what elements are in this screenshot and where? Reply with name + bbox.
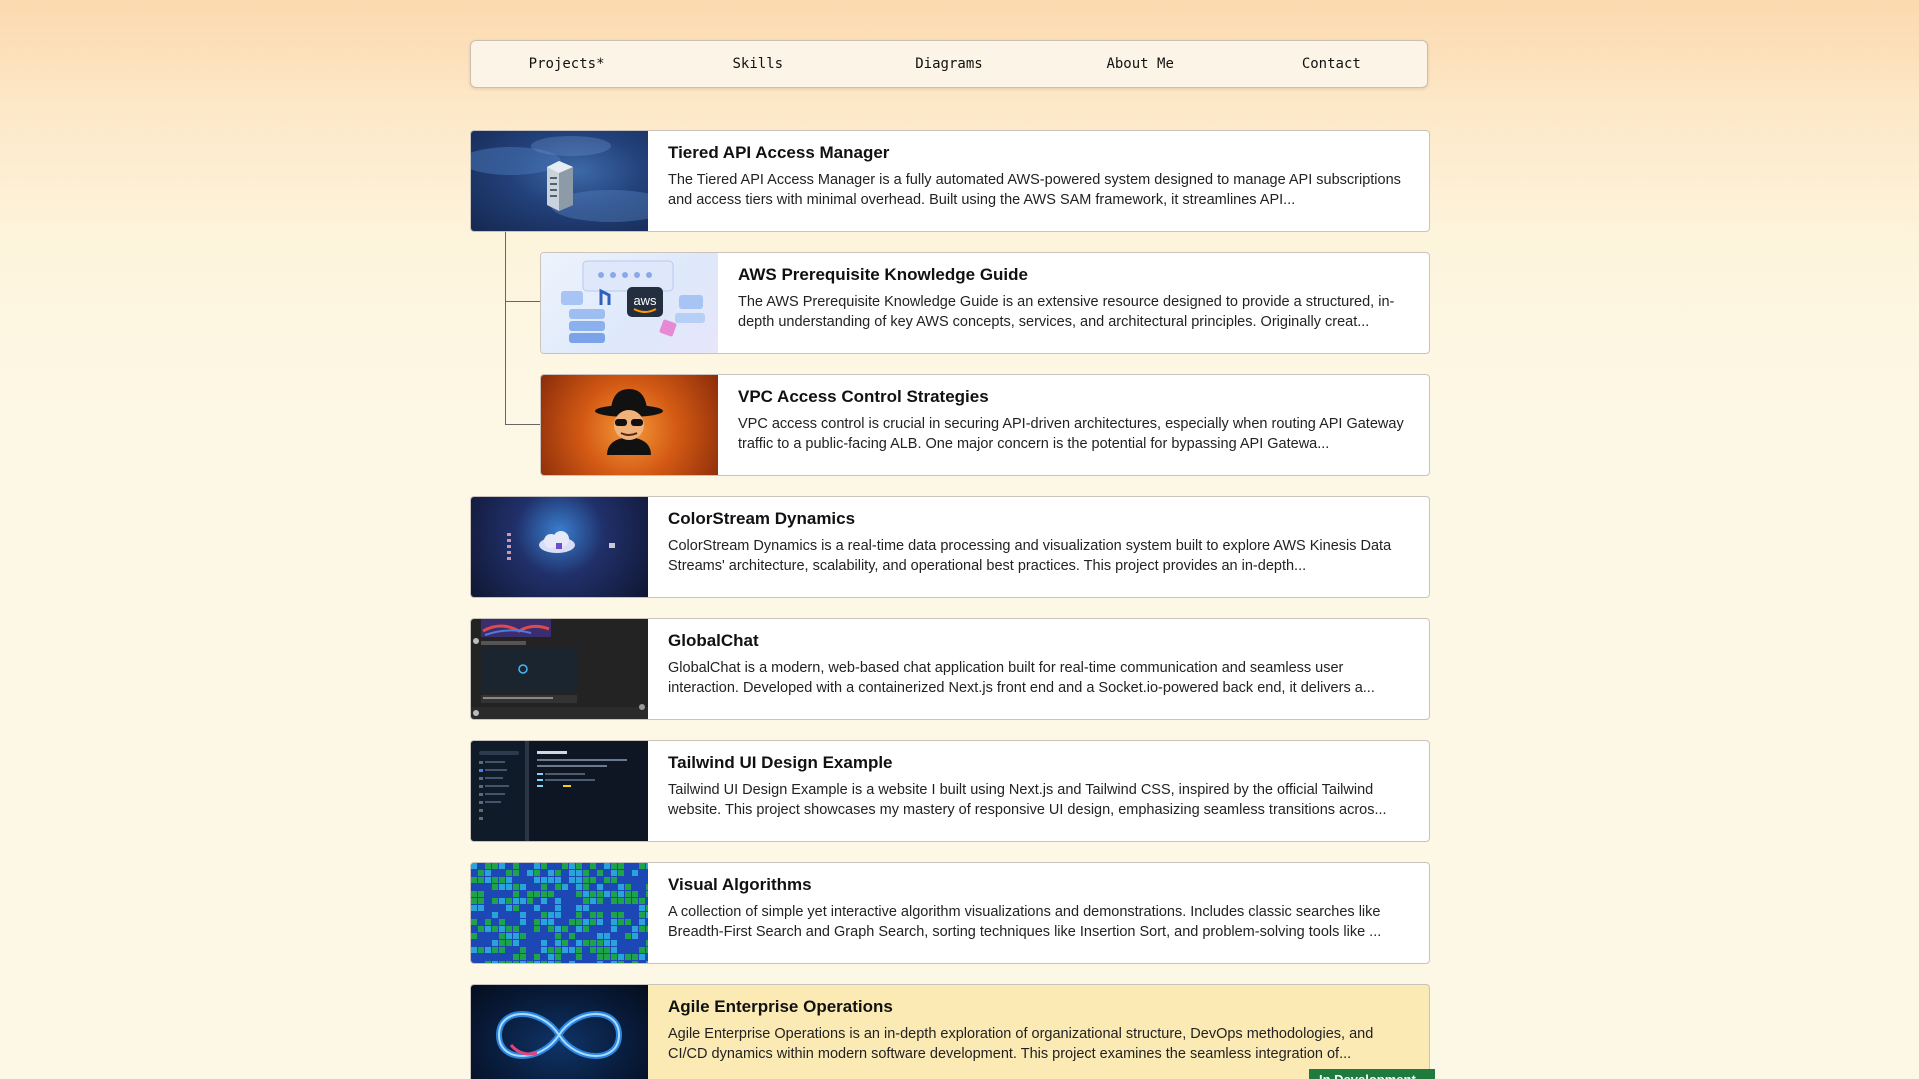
tree-connector (505, 424, 541, 425)
tree-connector (505, 301, 541, 302)
project-description: Agile Enterprise Operations is an in-dep… (668, 1026, 1374, 1062)
project-title: AWS Prerequisite Knowledge Guide (738, 265, 1028, 284)
aws-logo-text: aws (633, 293, 657, 308)
project-card-tiered-api[interactable]: Tiered API Access Manager The Tiered API… (470, 130, 1430, 232)
status-badge: In Development (1309, 1069, 1435, 1079)
project-title: Agile Enterprise Operations (668, 997, 893, 1016)
aws-illustration-icon: aws (541, 253, 718, 353)
project-card-visual-algorithms[interactable]: Visual Algorithms A collection of simple… (470, 862, 1430, 964)
infinity-icon (471, 985, 648, 1079)
nav-contact[interactable]: Contact (1236, 56, 1427, 72)
nav-about-me[interactable]: About Me (1045, 56, 1236, 72)
project-description: Tailwind UI Design Example is a website … (668, 782, 1387, 818)
project-title: Visual Algorithms (668, 875, 812, 894)
tailwind-screenshot-icon (471, 741, 648, 841)
spy-icon (541, 375, 718, 475)
project-card-aws-guide[interactable]: aws AWS Prerequisite Knowledge Guide The… (540, 252, 1430, 354)
project-title: GlobalChat (668, 631, 759, 650)
project-title: VPC Access Control Strategies (738, 387, 989, 406)
chat-app-screenshot-icon (471, 619, 648, 719)
nav-projects[interactable]: Projects* (471, 56, 662, 72)
project-description: VPC access control is crucial in securin… (738, 416, 1404, 452)
project-card-vpc-access[interactable]: VPC Access Control Strategies VPC access… (540, 374, 1430, 476)
project-card-agile-ops[interactable]: Agile Enterprise Operations Agile Enterp… (470, 984, 1430, 1079)
nav-diagrams[interactable]: Diagrams (853, 56, 1044, 72)
project-title: Tiered API Access Manager (668, 143, 890, 162)
project-title: ColorStream Dynamics (668, 509, 856, 528)
project-card-tailwind[interactable]: Tailwind UI Design Example Tailwind UI D… (470, 740, 1430, 842)
project-description: GlobalChat is a modern, web-based chat a… (668, 660, 1375, 696)
project-description: The AWS Prerequisite Knowledge Guide is … (738, 294, 1395, 330)
grid-map-icon (471, 863, 648, 963)
cloud-stream-icon (471, 497, 648, 597)
nav-skills[interactable]: Skills (662, 56, 853, 72)
project-card-globalchat[interactable]: GlobalChat GlobalChat is a modern, web-b… (470, 618, 1430, 720)
server-icon (471, 131, 648, 231)
project-description: A collection of simple yet interactive a… (668, 904, 1382, 940)
project-card-colorstream[interactable]: ColorStream Dynamics ColorStream Dynamic… (470, 496, 1430, 598)
project-description: The Tiered API Access Manager is a fully… (668, 172, 1401, 208)
project-description: ColorStream Dynamics is a real-time data… (668, 538, 1392, 574)
tree-connector (505, 232, 506, 424)
top-nav: Projects* Skills Diagrams About Me Conta… (470, 40, 1428, 88)
project-title: Tailwind UI Design Example (668, 753, 893, 772)
